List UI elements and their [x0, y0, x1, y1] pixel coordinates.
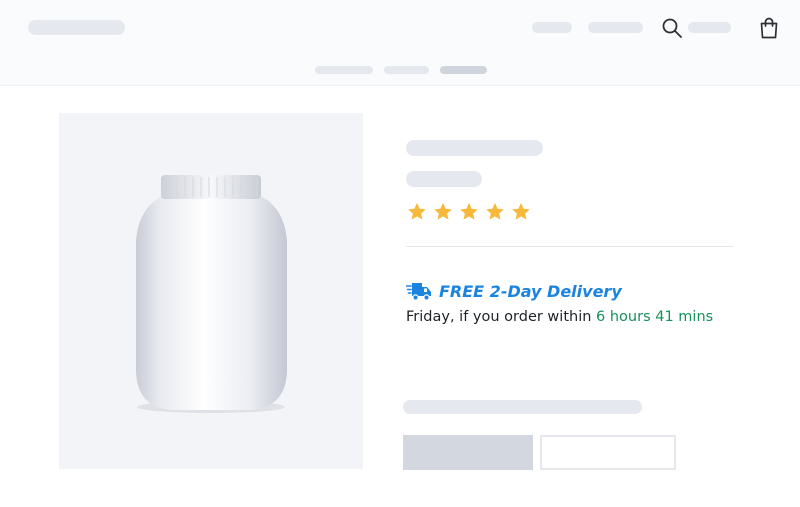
product-image	[59, 113, 363, 469]
rating-stars	[406, 201, 532, 223]
product-subtitle-placeholder	[406, 171, 482, 187]
delivery-estimate: Friday, if you order within 6 hours 41 m…	[406, 309, 713, 325]
fast-delivery-truck-icon	[405, 280, 432, 302]
nav-link-placeholder-1[interactable]	[532, 22, 572, 33]
secondary-action-button-placeholder[interactable]	[540, 435, 676, 470]
breadcrumb-placeholder-2[interactable]	[384, 66, 429, 74]
breadcrumb-placeholder-current	[440, 66, 487, 74]
nav-link-placeholder-2[interactable]	[588, 22, 643, 33]
product-title-placeholder	[406, 140, 543, 156]
delivery-estimate-prefix: Friday, if you order within	[406, 309, 597, 325]
divider	[406, 246, 734, 247]
breadcrumb-placeholder-1[interactable]	[315, 66, 373, 74]
star-icon	[512, 203, 530, 220]
site-header	[0, 0, 800, 86]
search-icon[interactable]	[661, 17, 683, 39]
delivery-title: FREE 2-Day Delivery	[439, 281, 622, 301]
price-placeholder	[403, 400, 642, 414]
star-icon	[460, 203, 478, 220]
supplement-jar-image	[136, 175, 287, 413]
nav-link-placeholder-3[interactable]	[688, 22, 731, 33]
delivery-countdown: 6 hours 41 mins	[596, 309, 714, 325]
delivery-header: FREE 2-Day Delivery	[405, 279, 622, 303]
shopping-bag-icon[interactable]	[758, 16, 780, 40]
logo-placeholder[interactable]	[28, 20, 125, 35]
star-icon	[486, 203, 504, 220]
star-icon	[434, 203, 452, 220]
add-to-cart-button-placeholder[interactable]	[403, 435, 533, 470]
star-icon	[408, 203, 426, 220]
